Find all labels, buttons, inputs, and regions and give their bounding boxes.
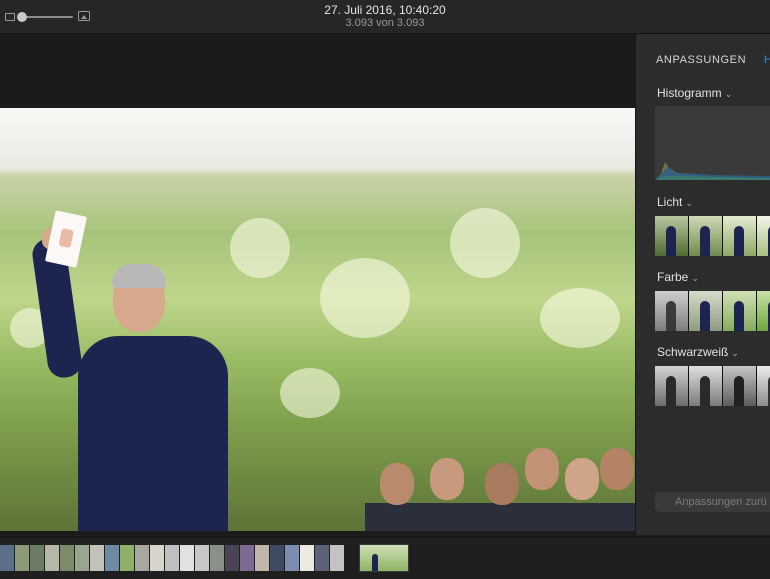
product-box	[44, 210, 88, 268]
light-presets[interactable]	[655, 216, 770, 256]
filmstrip-thumbnail[interactable]	[225, 545, 239, 571]
filmstrip-thumbnail[interactable]	[255, 545, 269, 571]
section-histogram[interactable]: Histogramm ⌄	[657, 86, 732, 100]
section-color[interactable]: Farbe ⌄	[657, 270, 699, 284]
section-light[interactable]: Licht ⌄	[657, 195, 693, 209]
adjustments-panel: ANPASSUNGEN H Histogramm ⌄ Licht ⌄ Farbe ⌄ …	[635, 34, 770, 535]
section-color-label: Farbe	[657, 270, 689, 284]
filmstrip-thumbnail[interactable]	[60, 545, 74, 571]
tab-filters[interactable]: H	[764, 54, 770, 66]
filmstrip-thumbnail[interactable]	[315, 545, 329, 571]
filmstrip-thumbnail[interactable]	[135, 545, 149, 571]
filmstrip-selected-thumbnail[interactable]	[359, 544, 409, 572]
photo-viewer	[0, 34, 635, 535]
main-photo[interactable]	[0, 108, 635, 531]
filmstrip-thumbnail[interactable]	[120, 545, 134, 571]
filmstrip-thumbnail[interactable]	[210, 545, 224, 571]
histogram-chart	[655, 106, 770, 180]
reset-adjustments-button[interactable]: Anpassungen zurü	[655, 492, 770, 512]
section-black-white-label: Schwarzweiß	[657, 345, 729, 359]
chevron-down-icon: ⌄	[731, 348, 739, 358]
filmstrip-thumbnail[interactable]	[15, 545, 29, 571]
filmstrip-thumbnail[interactable]	[270, 545, 284, 571]
chevron-down-icon: ⌄	[691, 273, 699, 283]
filmstrip-thumbnail[interactable]	[45, 545, 59, 571]
color-presets[interactable]	[655, 291, 770, 331]
top-toolbar: 27. Juli 2016, 10:40:20 3.093 von 3.093	[0, 0, 770, 34]
filmstrip-thumbnail[interactable]	[150, 545, 164, 571]
filmstrip-thumbnail[interactable]	[0, 545, 14, 571]
photo-count: 3.093 von 3.093	[345, 17, 425, 29]
filmstrip-thumbnail[interactable]	[90, 545, 104, 571]
filmstrip-thumbnail[interactable]	[30, 545, 44, 571]
section-light-label: Licht	[657, 195, 683, 209]
filmstrip-thumbnail[interactable]	[285, 545, 299, 571]
section-black-white[interactable]: Schwarzweiß ⌄	[657, 345, 739, 359]
tab-adjustments[interactable]: ANPASSUNGEN	[656, 54, 746, 66]
filmstrip-thumbnail[interactable]	[75, 545, 89, 571]
chevron-down-icon: ⌄	[724, 89, 733, 99]
filmstrip-thumbnail[interactable]	[330, 545, 344, 571]
filmstrip-thumbnail[interactable]	[105, 545, 119, 571]
filmstrip-thumbnail[interactable]	[240, 545, 254, 571]
filmstrip-thumbnail[interactable]	[165, 545, 179, 571]
section-histogram-label: Histogramm	[657, 86, 722, 100]
filmstrip-thumbnails[interactable]	[0, 545, 344, 571]
filmstrip-thumbnail[interactable]	[180, 545, 194, 571]
photo-ceiling	[0, 108, 635, 168]
filmstrip-thumbnail[interactable]	[300, 545, 314, 571]
audience	[365, 503, 635, 531]
chevron-down-icon: ⌄	[685, 198, 693, 208]
filmstrip-thumbnail[interactable]	[195, 545, 209, 571]
person-hair	[112, 264, 166, 288]
photo-date-title: 27. Juli 2016, 10:40:20	[324, 3, 446, 17]
black-white-presets[interactable]	[655, 366, 770, 406]
filmstrip	[0, 536, 770, 579]
